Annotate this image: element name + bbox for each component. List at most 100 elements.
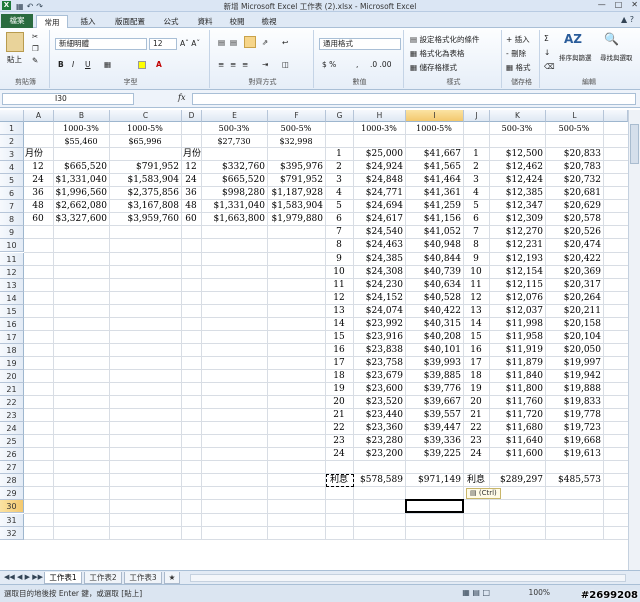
cell-h21[interactable]: $23,600 [355,383,403,396]
cell-h24[interactable]: $23,360 [355,422,403,435]
row-header[interactable]: 29 [0,487,24,501]
cell-e8[interactable]: $1,663,800 [203,213,265,226]
cell-k28[interactable]: $289,297 [491,474,543,487]
row-header[interactable]: 15 [0,304,24,318]
row-header[interactable]: 21 [0,383,24,397]
sort-filter-button[interactable]: 排序與篩選 [559,52,592,62]
cell-k4[interactable]: $12,462 [491,161,543,174]
cell-f8[interactable]: $1,979,880 [269,213,323,226]
cell-l24[interactable]: $19,723 [547,422,601,435]
cell-d8[interactable]: 60 [183,213,199,226]
cell-j3[interactable]: 1 [465,148,487,161]
align-left-icon[interactable]: ≡ [218,60,224,69]
row-header[interactable]: 5 [0,174,24,188]
cell-j10[interactable]: 8 [465,239,487,252]
zoom-level[interactable]: 100% [529,588,550,597]
cell-k15[interactable]: $12,037 [491,305,543,318]
cell-l18[interactable]: $20,050 [547,344,601,357]
underline-button[interactable]: U [85,60,91,69]
row-header[interactable]: 2 [0,135,24,149]
cell-j5[interactable]: 3 [465,174,487,187]
find-select-icon[interactable]: 🔍 [604,32,619,46]
cell-k8[interactable]: $12,309 [491,213,543,226]
cell-k25[interactable]: $11,640 [491,435,543,448]
row-header[interactable]: 31 [0,513,24,527]
cell-h11[interactable]: $24,385 [355,253,403,266]
cell-g21[interactable]: 19 [327,383,351,396]
find-select-button[interactable]: 尋找與選取 [600,52,633,62]
cell-k14[interactable]: $12,076 [491,292,543,305]
cell-g14[interactable]: 12 [327,292,351,305]
worksheet-grid[interactable]: A B C D E F G H I J K L 1 2 3 4 5 6 7 8 9 10 11 12 13 14 15 16 17 18 1… [0,110,640,570]
align-right-icon[interactable]: ≡ [242,60,248,69]
cell-i16[interactable]: $40,315 [407,318,461,331]
cell-i15[interactable]: $40,422 [407,305,461,318]
row-header[interactable]: 1 [0,122,24,136]
active-cell-selection[interactable] [405,499,464,514]
tab-page-layout[interactable]: 版面配置 [108,15,152,28]
cell-d5[interactable]: 24 [183,174,199,187]
sheet-nav-icon[interactable]: ◀◀ ◀ ▶ ▶▶ [4,573,43,581]
select-all-corner[interactable] [0,110,24,122]
cell-a4[interactable]: 12 [25,161,51,174]
cell-l25[interactable]: $19,668 [547,435,601,448]
cell-i7[interactable]: $41,259 [407,200,461,213]
row-header[interactable]: 11 [0,252,24,266]
cell-i8[interactable]: $41,156 [407,213,461,226]
close-icon[interactable]: ✕ [631,0,638,9]
column-header-e[interactable]: E [202,110,268,122]
cell-g20[interactable]: 18 [327,370,351,383]
cell-i1[interactable]: 1000-5% [407,122,461,135]
cell-i22[interactable]: $39,667 [407,396,461,409]
cell-j9[interactable]: 7 [465,226,487,239]
cell-h7[interactable]: $24,694 [355,200,403,213]
cell-g6[interactable]: 4 [327,187,351,200]
column-header-j[interactable]: J [464,110,490,122]
cell-f6[interactable]: $1,187,928 [269,187,323,200]
cell-h28[interactable]: $578,589 [355,474,403,487]
cell-i13[interactable]: $40,634 [407,279,461,292]
cell-h9[interactable]: $24,540 [355,226,403,239]
cell-j8[interactable]: 6 [465,213,487,226]
cell-k12[interactable]: $12,154 [491,266,543,279]
sort-filter-icon[interactable]: AZ [564,32,582,46]
row-header[interactable]: 10 [0,239,24,253]
cell-l4[interactable]: $20,783 [547,161,601,174]
cell-l16[interactable]: $20,158 [547,318,601,331]
row-header[interactable]: 6 [0,187,24,201]
cell-k19[interactable]: $11,879 [491,357,543,370]
align-top-icon[interactable]: ▤ [218,38,225,47]
cell-h6[interactable]: $24,771 [355,187,403,200]
cell-h20[interactable]: $23,679 [355,370,403,383]
cell-f2[interactable]: $32,998 [269,135,323,148]
cell-i4[interactable]: $41,565 [407,161,461,174]
cell-j4[interactable]: 2 [465,161,487,174]
cell-k23[interactable]: $11,720 [491,409,543,422]
cell-h14[interactable]: $24,152 [355,292,403,305]
cell-g11[interactable]: 9 [327,253,351,266]
cell-g15[interactable]: 13 [327,305,351,318]
cell-l9[interactable]: $20,526 [547,226,601,239]
cell-g26[interactable]: 24 [327,448,351,461]
column-header-g[interactable]: G [326,110,354,122]
cell-h3[interactable]: $25,000 [355,148,403,161]
row-header[interactable]: 19 [0,356,24,370]
tab-home[interactable]: 常用 [36,15,68,28]
cell-g12[interactable]: 10 [327,266,351,279]
cell-e1[interactable]: 500-3% [203,122,265,135]
row-header[interactable]: 30 [0,500,24,514]
cell-g24[interactable]: 22 [327,422,351,435]
row-header[interactable]: 25 [0,435,24,449]
cell-k5[interactable]: $12,424 [491,174,543,187]
comma-icon[interactable]: , [356,60,358,69]
cell-h22[interactable]: $23,520 [355,396,403,409]
tab-insert[interactable]: 插入 [72,15,104,28]
cell-b7[interactable]: $2,662,080 [55,200,107,213]
cell-l28[interactable]: $485,573 [547,474,601,487]
column-header-k[interactable]: K [490,110,546,122]
tab-formulas[interactable]: 公式 [156,15,186,28]
cell-j18[interactable]: 16 [465,344,487,357]
column-header-a[interactable]: A [24,110,54,122]
cell-j11[interactable]: 9 [465,253,487,266]
font-color-icon[interactable]: A [156,60,162,69]
